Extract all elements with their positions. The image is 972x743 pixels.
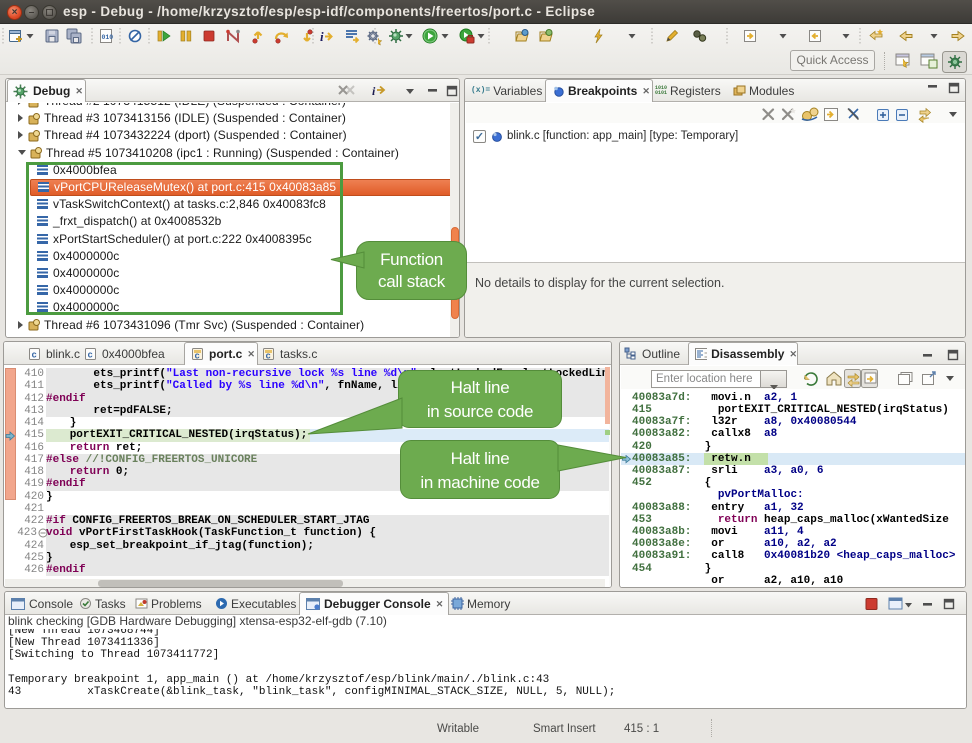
svg-text:i: i <box>372 84 376 98</box>
svg-text:c: c <box>195 352 200 362</box>
svg-text:c: c <box>88 350 93 360</box>
svg-text:010: 010 <box>102 34 114 41</box>
svg-text:c: c <box>32 350 37 360</box>
svg-text:c: c <box>266 351 271 361</box>
svg-text:i: i <box>320 29 324 44</box>
